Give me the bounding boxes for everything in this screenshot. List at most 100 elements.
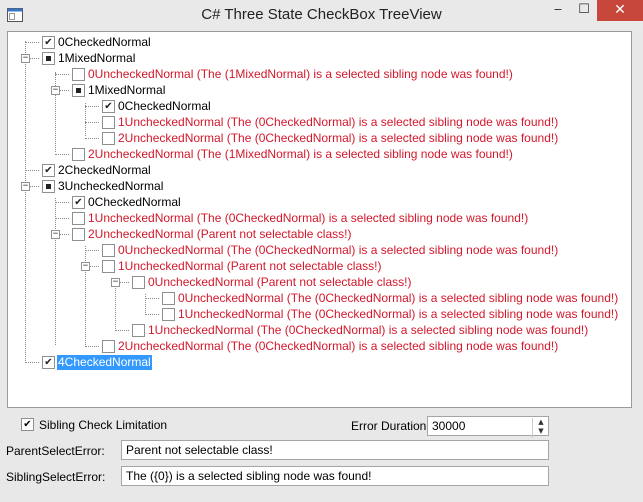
tree-node[interactable]: 1UncheckedNormal (The (0CheckedNormal) i… xyxy=(8,307,631,323)
tree-connector xyxy=(85,346,99,347)
node-checkbox-mixed[interactable] xyxy=(42,52,55,65)
tree-node-label[interactable]: 3UncheckedNormal xyxy=(57,179,164,194)
node-checkbox-unchecked[interactable] xyxy=(72,212,85,225)
tree-node[interactable]: 2UncheckedNormal (The (0CheckedNormal) i… xyxy=(8,339,631,355)
tree-connector xyxy=(55,202,69,203)
tree-node-label[interactable]: 0CheckedNormal xyxy=(87,195,182,210)
tree-node[interactable]: − 1MixedNormal xyxy=(8,83,631,99)
sibling-select-error-value: The ({0}) is a selected sibling node was… xyxy=(126,469,372,483)
title-bar: C# Three State CheckBox TreeView ‒ ☐ ✕ xyxy=(0,0,643,32)
node-checkbox-unchecked[interactable] xyxy=(72,148,85,161)
collapse-toggle-icon[interactable]: − xyxy=(21,182,30,191)
node-checkbox-unchecked[interactable] xyxy=(102,244,115,257)
tree-node-label[interactable]: 0UncheckedNormal (The (0CheckedNormal) i… xyxy=(117,243,559,258)
maximize-button[interactable]: ☐ xyxy=(571,0,597,21)
tree-node-label[interactable]: 1MixedNormal xyxy=(87,83,166,98)
tree-node[interactable]: ✔ 4CheckedNormal xyxy=(8,355,631,371)
collapse-toggle-icon[interactable]: − xyxy=(21,54,30,63)
tree-node[interactable]: 0UncheckedNormal (The (0CheckedNormal) i… xyxy=(8,291,631,307)
node-checkbox-unchecked[interactable] xyxy=(132,324,145,337)
tree-node-label[interactable]: 0UncheckedNormal (The (1MixedNormal) is … xyxy=(87,67,514,82)
tree-node[interactable]: 0UncheckedNormal (The (1MixedNormal) is … xyxy=(8,67,631,83)
tree-connector xyxy=(55,218,69,219)
node-checkbox-mixed[interactable] xyxy=(72,84,85,97)
tree-connector xyxy=(55,74,69,75)
tree-node[interactable]: − 1UncheckedNormal (Parent not selectable… xyxy=(8,259,631,275)
tree-node-label[interactable]: 0CheckedNormal xyxy=(117,99,212,114)
tree-node[interactable]: 2UncheckedNormal (The (0CheckedNormal) i… xyxy=(8,131,631,147)
node-checkbox-unchecked[interactable] xyxy=(162,308,175,321)
node-checkbox-checked[interactable]: ✔ xyxy=(42,164,55,177)
collapse-toggle-icon[interactable]: − xyxy=(111,278,120,287)
sibling-check-label: Sibling Check Limitation xyxy=(39,418,168,432)
tree-node-label[interactable]: 2UncheckedNormal (The (1MixedNormal) is … xyxy=(87,147,514,162)
parent-select-error-value: Parent not selectable class! xyxy=(126,443,273,457)
node-checkbox-unchecked[interactable] xyxy=(102,116,115,129)
tree-connector xyxy=(85,106,99,107)
tree-node[interactable]: 2UncheckedNormal (The (1MixedNormal) is … xyxy=(8,147,631,163)
tree-connector xyxy=(25,362,39,363)
tree-node[interactable]: − 1MixedNormal xyxy=(8,51,631,67)
spin-down-icon[interactable]: ▼ xyxy=(533,427,549,436)
checkbox-tree-view[interactable]: ✔ 0CheckedNormal −1MixedNormal 0UncheckedNo… xyxy=(7,31,632,408)
tree-node-label[interactable]: 2UncheckedNormal (The (0CheckedNormal) i… xyxy=(117,131,559,146)
tree-node[interactable]: ✔ 0CheckedNormal xyxy=(8,35,631,51)
tree-node-label[interactable]: 4CheckedNormal xyxy=(57,355,152,370)
tree-node-label[interactable]: 1UncheckedNormal (The (0CheckedNormal) i… xyxy=(117,115,559,130)
error-duration-spinner[interactable]: ▲ ▼ xyxy=(532,418,549,438)
tree-connector xyxy=(55,154,69,155)
tree-node-label[interactable]: 2UncheckedNormal (Parent not selectable … xyxy=(87,227,352,242)
tree-node[interactable]: ✔ 2CheckedNormal xyxy=(8,163,631,179)
tree-node-label[interactable]: 1UncheckedNormal (The (0CheckedNormal) i… xyxy=(87,211,529,226)
parent-select-error-label: ParentSelectError: xyxy=(6,444,105,458)
collapse-toggle-icon[interactable]: − xyxy=(51,86,60,95)
tree-node[interactable]: 1UncheckedNormal (The (0CheckedNormal) i… xyxy=(8,323,631,339)
node-checkbox-unchecked[interactable] xyxy=(72,228,85,241)
tree-node-label[interactable]: 0UncheckedNormal (The (0CheckedNormal) i… xyxy=(177,291,619,306)
tree-node[interactable]: − 3UncheckedNormal xyxy=(8,179,631,195)
tree-node-label[interactable]: 0CheckedNormal xyxy=(57,35,152,50)
node-checkbox-checked[interactable]: ✔ xyxy=(42,36,55,49)
tree-node[interactable]: ✔ 0CheckedNormal xyxy=(8,99,631,115)
tree-node[interactable]: − 0UncheckedNormal (Parent not selectable… xyxy=(8,275,631,291)
tree-node[interactable]: − 2UncheckedNormal (Parent not selectable… xyxy=(8,227,631,243)
tree-node-label[interactable]: 1UncheckedNormal (The (0CheckedNormal) i… xyxy=(177,307,619,322)
tree-node[interactable]: 1UncheckedNormal (The (0CheckedNormal) i… xyxy=(8,115,631,131)
tree-node[interactable]: 0UncheckedNormal (The (0CheckedNormal) i… xyxy=(8,243,631,259)
error-duration-input[interactable]: 30000 xyxy=(427,416,549,436)
node-checkbox-unchecked[interactable] xyxy=(102,340,115,353)
tree-connector xyxy=(145,298,159,299)
node-checkbox-unchecked[interactable] xyxy=(162,292,175,305)
tree-connector xyxy=(115,330,129,331)
node-checkbox-unchecked[interactable] xyxy=(72,68,85,81)
node-checkbox-checked[interactable]: ✔ xyxy=(72,196,85,209)
node-checkbox-unchecked[interactable] xyxy=(132,276,145,289)
sibling-check-checkbox[interactable]: ✔ xyxy=(21,418,34,431)
tree-node-label[interactable]: 0UncheckedNormal (Parent not selectable … xyxy=(147,275,412,290)
minimize-button[interactable]: ‒ xyxy=(545,0,571,21)
tree-node-label[interactable]: 1UncheckedNormal (Parent not selectable … xyxy=(117,259,382,274)
tree-connector xyxy=(85,138,99,139)
node-checkbox-checked[interactable]: ✔ xyxy=(42,356,55,369)
tree-node-label[interactable]: 2CheckedNormal xyxy=(57,163,152,178)
close-button[interactable]: ✕ xyxy=(597,0,643,21)
node-checkbox-checked[interactable]: ✔ xyxy=(102,100,115,113)
tree-node[interactable]: 1UncheckedNormal (The (0CheckedNormal) i… xyxy=(8,211,631,227)
sibling-select-error-input[interactable]: The ({0}) is a selected sibling node was… xyxy=(121,466,549,486)
tree-connector xyxy=(25,170,39,171)
parent-select-error-input[interactable]: Parent not selectable class! xyxy=(121,440,549,460)
node-checkbox-unchecked[interactable] xyxy=(102,132,115,145)
node-checkbox-mixed[interactable] xyxy=(42,180,55,193)
collapse-toggle-icon[interactable]: − xyxy=(51,230,60,239)
tree-node-label[interactable]: 2UncheckedNormal (The (0CheckedNormal) i… xyxy=(117,339,559,354)
tree-connector xyxy=(145,314,159,315)
settings-panel: ✔ Sibling Check Limitation Error Duratio… xyxy=(0,410,643,502)
tree-node-label[interactable]: 1MixedNormal xyxy=(57,51,136,66)
tree-connector xyxy=(85,250,99,251)
spin-up-icon[interactable]: ▲ xyxy=(533,418,549,427)
collapse-toggle-icon[interactable]: − xyxy=(81,262,90,271)
tree-node[interactable]: ✔ 0CheckedNormal xyxy=(8,195,631,211)
node-checkbox-unchecked[interactable] xyxy=(102,260,115,273)
error-duration-label: Error Duration: xyxy=(351,419,430,433)
tree-node-label[interactable]: 1UncheckedNormal (The (0CheckedNormal) i… xyxy=(147,323,589,338)
